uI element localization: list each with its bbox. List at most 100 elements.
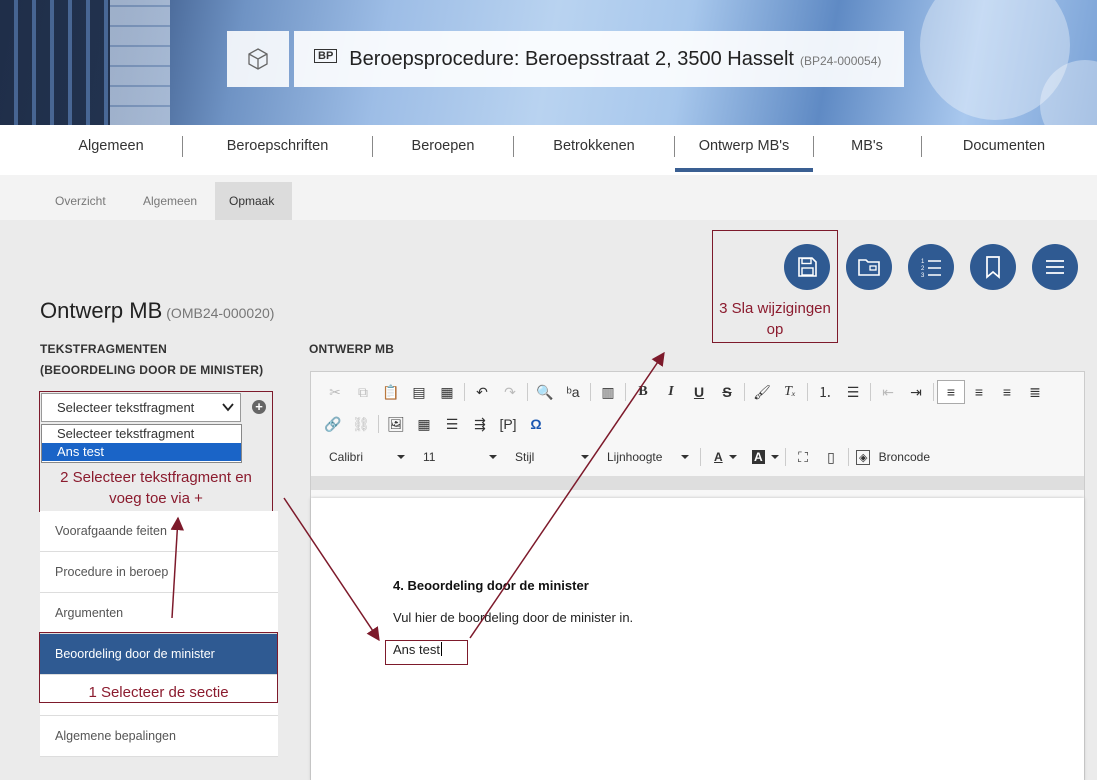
toolbar-separator: [848, 448, 849, 466]
section-item[interactable]: Argumenten: [40, 593, 278, 634]
redo-icon[interactable]: ↷: [496, 380, 524, 404]
bg-color-button[interactable]: A: [742, 445, 782, 469]
special-char-icon[interactable]: Ω: [522, 412, 550, 436]
tab-divider: [372, 136, 373, 157]
copy-icon[interactable]: ⧉: [349, 380, 377, 404]
toolbar-row-3: Calibri 11 Stijl Lijnhoogte A A ⛶ ▯ ◈ Bro…: [319, 442, 1094, 472]
tab-beroepen[interactable]: Beroepen: [392, 125, 494, 172]
indent-icon[interactable]: ⇥: [902, 380, 930, 404]
clear-format-icon[interactable]: Tₓ: [776, 380, 804, 404]
paste-text-icon[interactable]: ▤: [405, 380, 433, 404]
link-icon[interactable]: 🔗: [319, 412, 347, 436]
find-icon[interactable]: 🔍: [531, 380, 559, 404]
toolbar-separator: [807, 383, 808, 401]
select-all-icon[interactable]: ▥: [594, 380, 622, 404]
line-height-value: Lijnhoogte: [607, 450, 663, 464]
folder-icon: [858, 259, 880, 276]
underline-icon[interactable]: U: [685, 380, 713, 404]
annotation-step1: 1 Selecteer de sectie: [88, 684, 229, 701]
svg-text:1: 1: [921, 259, 925, 265]
tab-documenten[interactable]: Documenten: [942, 125, 1066, 172]
size-select-value: 11: [423, 450, 436, 464]
line-height-select[interactable]: Lijnhoogte: [597, 445, 697, 469]
annotation-step2: 2 Selecteer tekstfragment en voeg toe vi…: [60, 469, 252, 507]
cut-icon[interactable]: ✂: [321, 380, 349, 404]
text-color-button[interactable]: A: [704, 445, 742, 469]
toolbar-separator: [527, 383, 528, 401]
ordered-list-icon[interactable]: ⒈: [811, 380, 839, 404]
outdent-icon[interactable]: ⇤: [874, 380, 902, 404]
chevron-down-icon: [728, 455, 737, 459]
horizontal-line-icon[interactable]: ☰: [438, 412, 466, 436]
bullet-list-icon[interactable]: ☰: [839, 380, 867, 404]
type-badge: BP: [314, 49, 338, 63]
folder-button[interactable]: [846, 244, 892, 290]
section-item[interactable]: Algemene bepalingen: [40, 716, 278, 757]
maximize-icon[interactable]: ⛶: [789, 445, 817, 469]
strikethrough-icon[interactable]: S: [713, 380, 741, 404]
placeholder-icon[interactable]: [P]: [494, 412, 522, 436]
subtab-overzicht[interactable]: Overzicht: [41, 182, 120, 220]
tab-ontwerp-mbs[interactable]: Ontwerp MB's: [675, 125, 813, 172]
page-break-icon[interactable]: ⇶: [466, 412, 494, 436]
tab-beroepschriften[interactable]: Beroepschriften: [205, 125, 350, 172]
show-blocks-icon[interactable]: ▯: [817, 445, 845, 469]
replace-icon[interactable]: ᵇa: [559, 380, 587, 404]
fragments-label: TEKSTFRAGMENTEN (BEOORDELING DOOR DE MIN…: [40, 342, 264, 377]
style-select[interactable]: Stijl: [505, 445, 597, 469]
toolbar-row-2: 🔗 ⛓ 🖼 ▦ ☰ ⇶ [P] Ω: [319, 409, 1094, 439]
page-title: Beroepsprocedure: Beroepsstraat 2, 3500 …: [349, 47, 794, 70]
section-title: Ontwerp MB (OMB24-000020): [40, 298, 274, 324]
image-icon[interactable]: 🖼: [382, 412, 410, 436]
source-label: Broncode: [878, 450, 930, 464]
subtab-opmaak[interactable]: Opmaak: [215, 182, 292, 220]
page-subtitle: (BP24-000054): [800, 54, 882, 68]
svg-text:3: 3: [921, 273, 925, 279]
menu-button[interactable]: [1032, 244, 1078, 290]
tab-mbs[interactable]: MB's: [828, 125, 906, 172]
tab-divider: [182, 136, 183, 157]
format-painter-icon[interactable]: 🖌: [748, 380, 776, 404]
ontwerp-label: ONTWERP MB: [309, 342, 395, 356]
banner-building-facade: [110, 0, 170, 125]
bookmark-button[interactable]: [970, 244, 1016, 290]
table-icon[interactable]: ▦: [410, 412, 438, 436]
toolbar-separator: [464, 383, 465, 401]
tab-divider: [813, 136, 814, 157]
paste-icon[interactable]: 📋: [377, 380, 405, 404]
section-item[interactable]: Procedure in beroep: [40, 552, 278, 593]
font-select[interactable]: Calibri: [319, 445, 413, 469]
section-item[interactable]: Voorafgaande feiten: [40, 511, 278, 552]
undo-icon[interactable]: ↶: [468, 380, 496, 404]
paste-word-icon[interactable]: ▦: [433, 380, 461, 404]
bold-icon[interactable]: B: [629, 380, 657, 404]
title-bar: BP Beroepsprocedure: Beroepsstraat 2, 35…: [294, 31, 904, 87]
object-icon-box: [227, 31, 289, 87]
section-code: (OMB24-000020): [166, 305, 275, 321]
italic-icon[interactable]: I: [657, 380, 685, 404]
align-left-icon[interactable]: ≡: [937, 380, 965, 404]
chevron-down-icon: [581, 455, 589, 459]
doc-paragraph: Vul hier de boordeling door de minister …: [393, 610, 634, 625]
numbered-list-icon: 1 2 3: [921, 259, 941, 279]
tab-betrokkenen[interactable]: Betrokkenen: [535, 125, 653, 172]
section-title-text: Ontwerp MB: [40, 298, 163, 323]
annotation-box-inserted: [385, 640, 468, 665]
unlink-icon[interactable]: ⛓: [347, 412, 375, 436]
numbered-list-button[interactable]: 1 2 3: [908, 244, 954, 290]
source-button[interactable]: ◈ Broncode: [852, 445, 938, 469]
style-select-value: Stijl: [515, 450, 535, 464]
tab-divider: [921, 136, 922, 157]
subtab-algemeen[interactable]: Algemeen: [129, 182, 211, 220]
align-right-icon[interactable]: ≡: [993, 380, 1021, 404]
toolbar-separator: [378, 415, 379, 433]
size-select[interactable]: 11: [413, 445, 505, 469]
chevron-down-icon: [489, 455, 497, 459]
tab-algemeen[interactable]: Algemeen: [60, 125, 162, 172]
align-justify-icon[interactable]: ≣: [1021, 380, 1049, 404]
document-page[interactable]: 4. Beoordeling door de minister Vul hier…: [311, 498, 1084, 780]
align-center-icon[interactable]: ≡: [965, 380, 993, 404]
doc-heading: 4. Beoordeling door de minister: [393, 578, 589, 593]
font-select-value: Calibri: [329, 450, 364, 464]
toolbar-separator: [933, 383, 934, 401]
